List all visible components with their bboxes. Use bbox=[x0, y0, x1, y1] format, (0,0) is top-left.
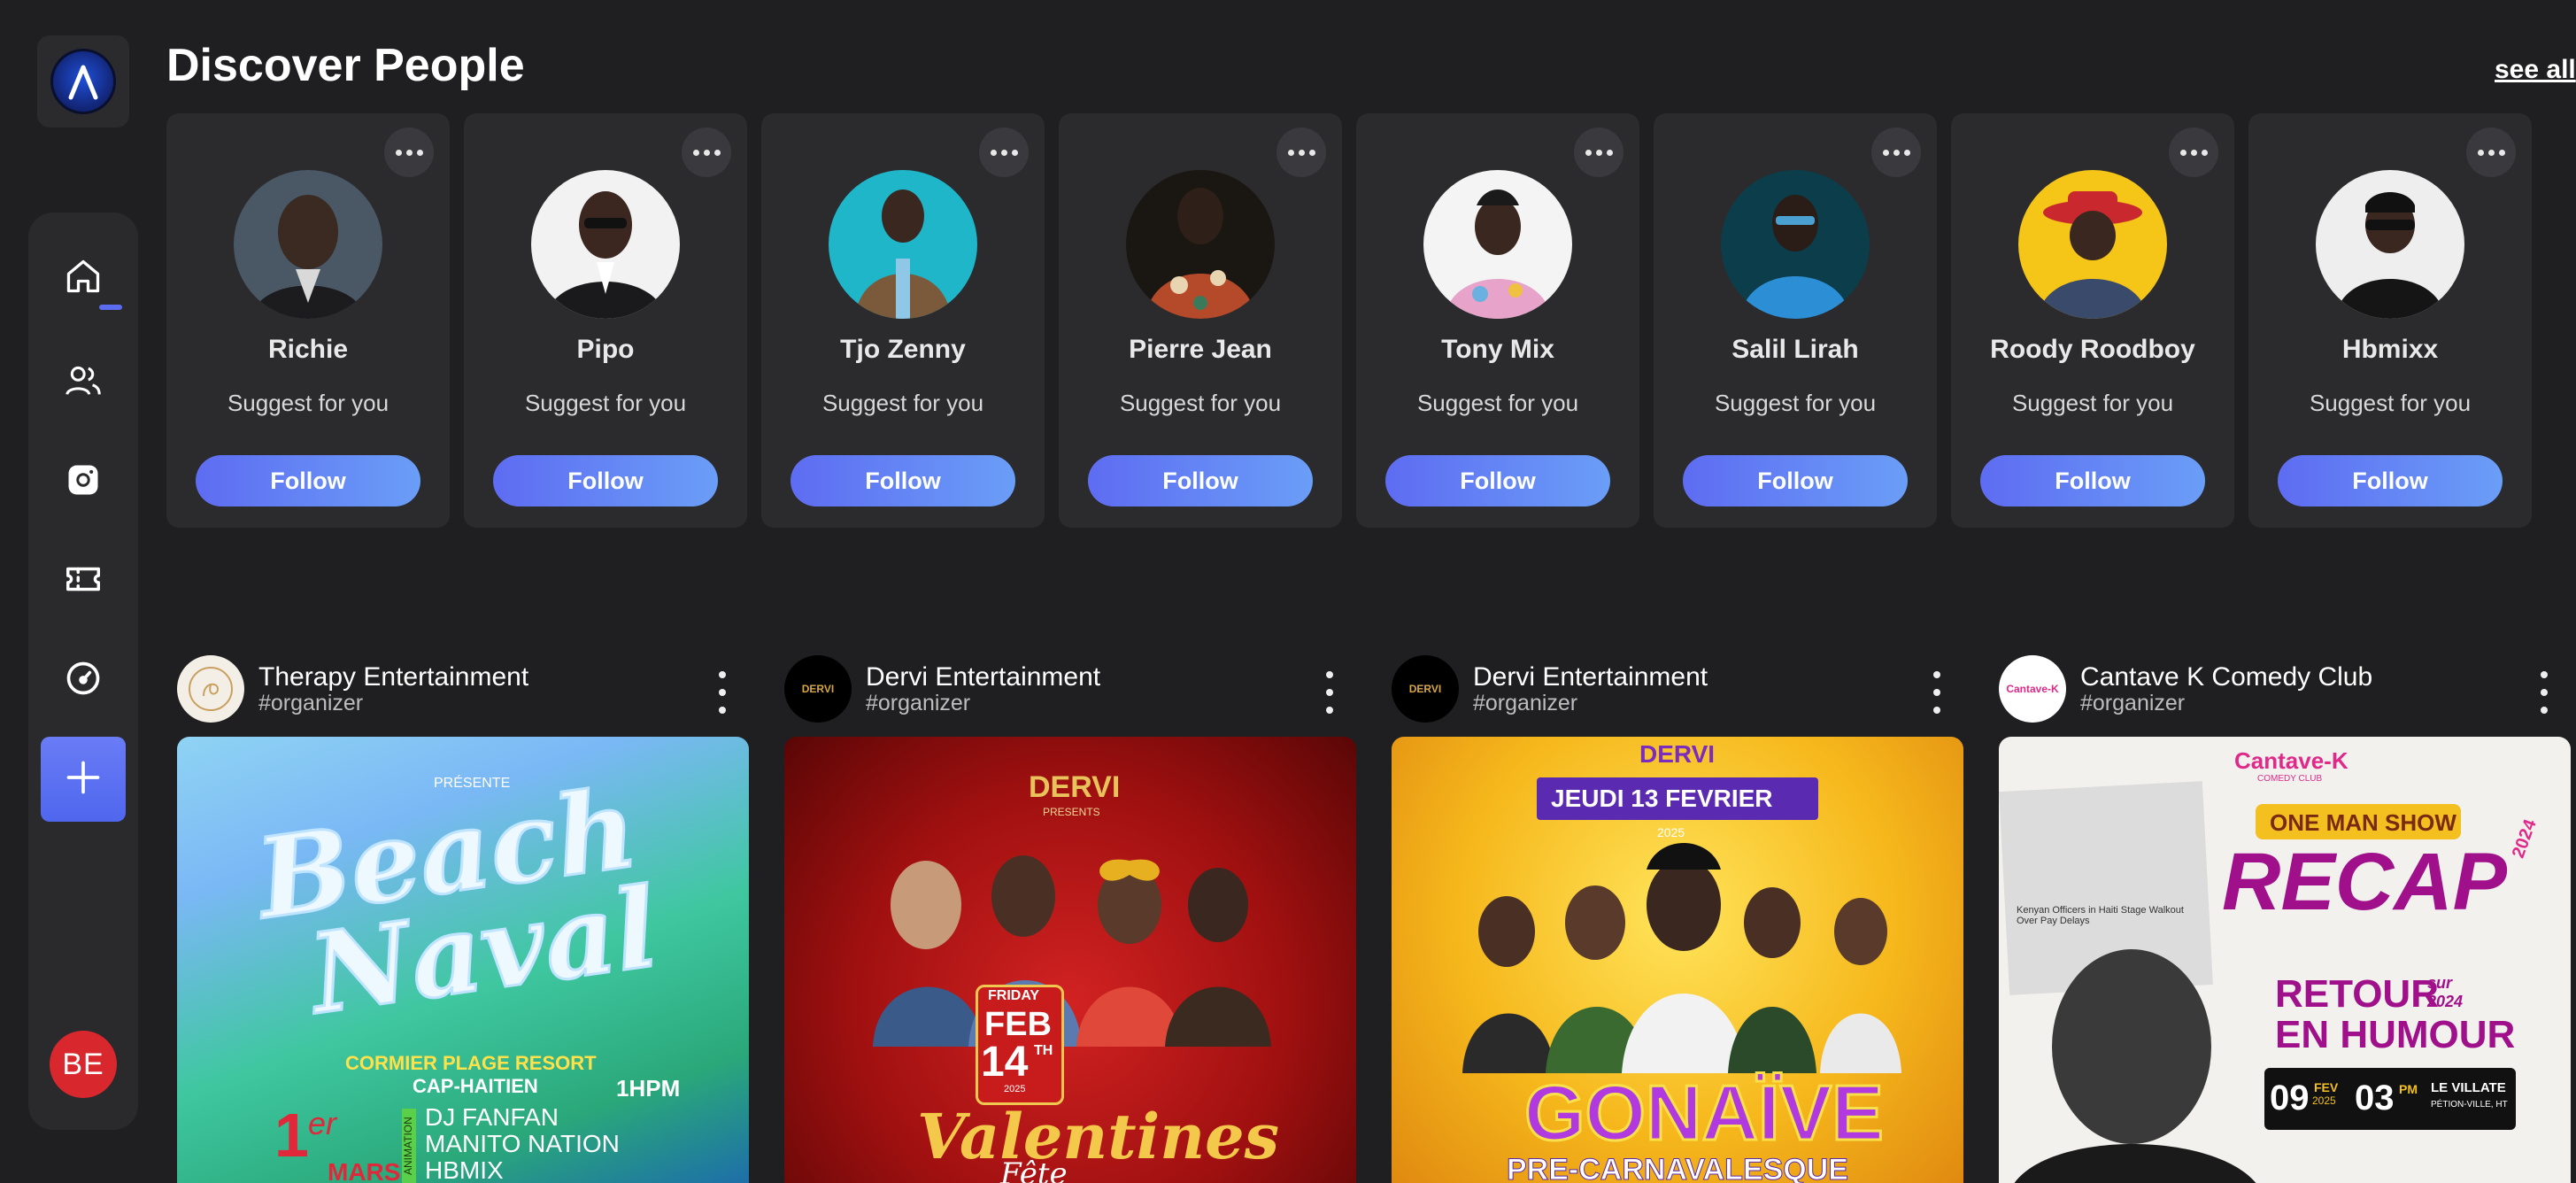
page-title: Discover People bbox=[166, 40, 525, 91]
organizer-name[interactable]: Dervi Entertainment bbox=[866, 662, 1100, 692]
more-options-button[interactable] bbox=[682, 128, 731, 177]
home-icon bbox=[64, 257, 103, 300]
follow-button[interactable]: Follow bbox=[1088, 455, 1313, 506]
person-subtitle: Suggest for you bbox=[2011, 390, 2174, 416]
follow-button[interactable]: Follow bbox=[493, 455, 718, 506]
profile-photo[interactable] bbox=[1126, 170, 1275, 319]
follow-button[interactable]: Follow bbox=[791, 455, 1015, 506]
profile-photo[interactable] bbox=[1423, 170, 1572, 319]
profile-photo[interactable] bbox=[531, 170, 680, 319]
more-options-button[interactable] bbox=[979, 128, 1029, 177]
nav-tickets[interactable] bbox=[28, 545, 138, 616]
person-card: Hbmixx Suggest for you Follow bbox=[2248, 113, 2532, 528]
more-options-button[interactable] bbox=[1574, 128, 1623, 177]
profile-photo[interactable] bbox=[234, 170, 382, 319]
logo-icon bbox=[50, 49, 116, 114]
event-poster[interactable]: DERVI JEUDI 13 FEVRIER 2025 GONAÏVE PRE-… bbox=[1392, 737, 1963, 1183]
more-options-button[interactable] bbox=[1871, 128, 1921, 177]
profile-photo[interactable] bbox=[829, 170, 977, 319]
post-menu-button[interactable] bbox=[713, 671, 731, 714]
users-icon bbox=[63, 360, 104, 406]
person-name: Tjo Zenny bbox=[840, 335, 966, 364]
app-logo[interactable] bbox=[37, 35, 129, 128]
profile-photo[interactable] bbox=[2316, 170, 2464, 319]
ticket-icon bbox=[63, 559, 104, 604]
event-post: Therapy Entertainment #organizer PRÉSENT… bbox=[177, 652, 749, 1183]
organizer-tag: #organizer bbox=[866, 691, 971, 715]
user-avatar[interactable]: BE bbox=[50, 1031, 117, 1098]
person-subtitle: Suggest for you bbox=[821, 390, 984, 416]
person-subtitle: Suggest for you bbox=[227, 390, 389, 416]
organizer-tag: #organizer bbox=[2080, 691, 2186, 715]
post-menu-button[interactable] bbox=[1928, 671, 1946, 714]
organizer-tag: #organizer bbox=[258, 691, 364, 715]
sidebar-nav: BE bbox=[28, 213, 138, 1130]
person-name: Roody Roodboy bbox=[1990, 335, 2195, 364]
event-post: DERVI Dervi Entertainment #organizer DER… bbox=[784, 652, 1356, 1183]
gauge-icon bbox=[64, 659, 103, 702]
person-name: Pipo bbox=[576, 335, 635, 364]
follow-button[interactable]: Follow bbox=[1385, 455, 1610, 506]
more-options-button[interactable] bbox=[2466, 128, 2516, 177]
organizer-logo[interactable]: DERVI bbox=[784, 655, 852, 723]
person-name: Richie bbox=[267, 335, 349, 364]
follow-button[interactable]: Follow bbox=[196, 455, 420, 506]
camera-icon bbox=[64, 460, 103, 504]
person-card: Salil Lirah Suggest for you Follow bbox=[1654, 113, 1937, 528]
more-options-button[interactable] bbox=[384, 128, 434, 177]
nav-people[interactable] bbox=[28, 347, 138, 418]
post-menu-button[interactable] bbox=[1321, 671, 1338, 714]
people-carousel: Richie Suggest for you Follow Pipo Sugge… bbox=[166, 113, 2557, 528]
event-poster[interactable]: DERVI PRESENTS FRIDAY FEB 14 TH 2025 Val… bbox=[784, 737, 1356, 1183]
nav-camera[interactable] bbox=[28, 446, 138, 517]
person-card: Tjo Zenny Suggest for you Follow bbox=[761, 113, 1045, 528]
plus-icon bbox=[64, 758, 103, 801]
person-card: Roody Roodboy Suggest for you Follow bbox=[1951, 113, 2234, 528]
profile-photo[interactable] bbox=[2018, 170, 2167, 319]
person-name: Pierre Jean bbox=[1129, 335, 1272, 364]
nav-home[interactable] bbox=[28, 243, 138, 313]
post-menu-button[interactable] bbox=[2535, 671, 2553, 714]
person-card: Pipo Suggest for you Follow bbox=[464, 113, 747, 528]
organizer-name[interactable]: Cantave K Comedy Club bbox=[2080, 662, 2372, 692]
person-card: Tony Mix Suggest for you Follow bbox=[1356, 113, 1639, 528]
create-button[interactable] bbox=[41, 737, 126, 822]
organizer-tag: #organizer bbox=[1473, 691, 1578, 715]
see-all-link[interactable]: see all bbox=[2495, 55, 2576, 85]
nav-dashboard[interactable] bbox=[28, 645, 138, 715]
organizer-name[interactable]: Dervi Entertainment bbox=[1473, 662, 1708, 692]
follow-button[interactable]: Follow bbox=[1980, 455, 2205, 506]
profile-photo[interactable] bbox=[1721, 170, 1870, 319]
more-options-button[interactable] bbox=[2169, 128, 2218, 177]
event-poster[interactable]: Kenyan Officers in Haiti Stage Walkout O… bbox=[1999, 737, 2571, 1183]
person-subtitle: Suggest for you bbox=[1119, 390, 1282, 416]
organizer-logo[interactable] bbox=[177, 655, 244, 723]
person-subtitle: Suggest for you bbox=[524, 390, 687, 416]
person-subtitle: Suggest for you bbox=[1714, 390, 1877, 416]
person-card: Richie Suggest for you Follow bbox=[166, 113, 450, 528]
event-post: Cantave-K Cantave K Comedy Club #organiz… bbox=[1999, 652, 2571, 1183]
person-name: Salil Lirah bbox=[1731, 335, 1859, 364]
more-options-button[interactable] bbox=[1276, 128, 1326, 177]
event-post: DERVI Dervi Entertainment #organizer DER… bbox=[1392, 652, 1963, 1183]
active-indicator bbox=[99, 305, 122, 310]
person-name: Hbmixx bbox=[2341, 335, 2439, 364]
person-subtitle: Suggest for you bbox=[2309, 390, 2472, 416]
person-subtitle: Suggest for you bbox=[1416, 390, 1579, 416]
organizer-logo[interactable]: Cantave-K bbox=[1999, 655, 2066, 723]
follow-button[interactable]: Follow bbox=[2278, 455, 2503, 506]
event-poster[interactable]: PRÉSENTE Beach Naval CORMIER PLAGE RESOR… bbox=[177, 737, 749, 1183]
organizer-name[interactable]: Therapy Entertainment bbox=[258, 662, 528, 692]
person-card: Pierre Jean Suggest for you Follow bbox=[1059, 113, 1342, 528]
organizer-logo[interactable]: DERVI bbox=[1392, 655, 1459, 723]
person-name: Tony Mix bbox=[1441, 335, 1554, 364]
follow-button[interactable]: Follow bbox=[1683, 455, 1908, 506]
